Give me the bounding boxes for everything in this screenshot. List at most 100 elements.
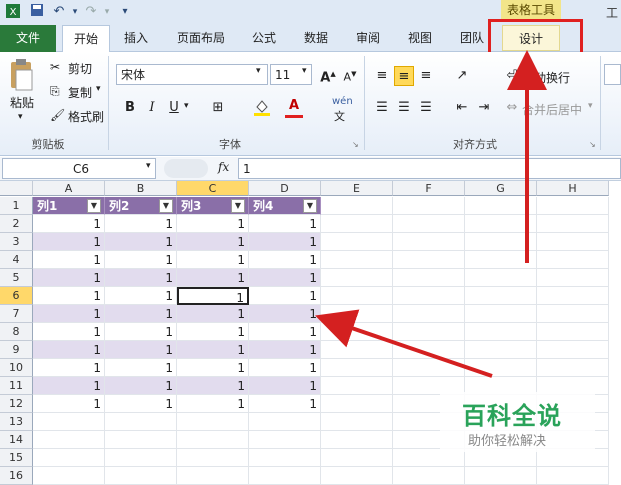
empty-cell[interactable] [465, 233, 537, 251]
row-header-9[interactable]: 9 [0, 341, 33, 359]
row-header-1[interactable]: 1 [0, 197, 33, 215]
table-cell[interactable]: 1 [105, 233, 177, 251]
table-cell[interactable]: 1 [33, 377, 105, 395]
tab-formulas[interactable]: 公式 [244, 25, 284, 51]
empty-cell[interactable] [105, 413, 177, 431]
row-header-11[interactable]: 11 [0, 377, 33, 395]
copy-icon[interactable]: ⎘ [50, 84, 60, 99]
empty-cell[interactable] [249, 413, 321, 431]
table-cell[interactable]: 1 [177, 251, 249, 269]
table-cell[interactable]: 1 [249, 341, 321, 359]
column-header-f[interactable]: F [393, 181, 465, 196]
number-format-input[interactable] [604, 64, 621, 85]
empty-cell[interactable] [537, 323, 609, 341]
empty-cell[interactable] [537, 287, 609, 305]
merge-dropdown-icon[interactable]: ▾ [588, 101, 593, 111]
phonetic-guide-icon[interactable]: wén [332, 96, 353, 107]
empty-cell[interactable] [465, 215, 537, 233]
empty-cell[interactable] [105, 467, 177, 485]
format-painter-button[interactable]: 格式刷 [68, 108, 104, 125]
row-header-15[interactable]: 15 [0, 449, 33, 467]
column-header-g[interactable]: G [465, 181, 537, 196]
column-header-d[interactable]: D [249, 181, 321, 196]
table-header-cell[interactable]: 列2 ▼ [105, 197, 177, 215]
empty-cell[interactable] [321, 305, 393, 323]
empty-cell[interactable] [321, 377, 393, 395]
underline-dropdown-icon[interactable]: ▾ [184, 101, 189, 111]
empty-cell[interactable] [465, 287, 537, 305]
empty-cell[interactable] [393, 197, 465, 215]
merge-center-icon[interactable]: ⇔ [502, 98, 522, 118]
empty-cell[interactable] [465, 305, 537, 323]
align-bottom-icon[interactable]: ≡ [416, 66, 436, 86]
empty-cell[interactable] [537, 359, 609, 377]
customize-qat-icon[interactable]: ▾ [116, 3, 134, 21]
table-cell[interactable]: 1 [249, 269, 321, 287]
row-header-5[interactable]: 5 [0, 269, 33, 287]
table-cell[interactable]: 1 [33, 341, 105, 359]
empty-cell[interactable] [321, 197, 393, 215]
empty-cell[interactable] [105, 449, 177, 467]
row-header-13[interactable]: 13 [0, 413, 33, 431]
empty-cell[interactable] [321, 215, 393, 233]
table-cell[interactable]: 1 [249, 215, 321, 233]
empty-cell[interactable] [321, 269, 393, 287]
row-header-12[interactable]: 12 [0, 395, 33, 413]
empty-cell[interactable] [537, 269, 609, 287]
font-size-dropdown-icon[interactable]: ▾ [302, 66, 307, 76]
empty-cell[interactable] [249, 467, 321, 485]
merge-center-button[interactable]: 合并后居中 [522, 101, 582, 118]
column-header-c[interactable]: C [177, 181, 249, 196]
empty-cell[interactable] [537, 251, 609, 269]
empty-cell[interactable] [177, 467, 249, 485]
empty-cell[interactable] [321, 467, 393, 485]
name-box[interactable]: C6 [2, 158, 156, 179]
column-header-b[interactable]: B [105, 181, 177, 196]
paste-dropdown-icon[interactable]: ▾ [18, 112, 23, 122]
column-header-h[interactable]: H [537, 181, 609, 196]
table-cell[interactable]: 1 [105, 287, 177, 305]
table-cell[interactable]: 1 [177, 323, 249, 341]
wrap-text-icon[interactable]: ⏎ [502, 66, 522, 86]
tab-home[interactable]: 开始 [62, 25, 110, 52]
filter-dropdown-icon[interactable]: ▼ [231, 199, 245, 213]
table-cell[interactable]: 1 [33, 395, 105, 413]
cut-button[interactable]: 剪切 [68, 60, 92, 77]
table-cell[interactable]: 1 [105, 359, 177, 377]
tab-data[interactable]: 数据 [296, 25, 336, 51]
empty-cell[interactable] [465, 359, 537, 377]
empty-cell[interactable] [393, 233, 465, 251]
align-right-icon[interactable]: ☰ [416, 98, 436, 118]
bold-button[interactable]: B [120, 98, 140, 118]
italic-button[interactable]: I [142, 98, 162, 118]
empty-cell[interactable] [537, 305, 609, 323]
table-cell[interactable]: 1 [33, 251, 105, 269]
empty-cell[interactable] [537, 341, 609, 359]
table-cell[interactable]: 1 [249, 323, 321, 341]
table-header-cell[interactable]: 列1 ▼ [33, 197, 105, 215]
table-cell[interactable]: 1 [33, 323, 105, 341]
table-cell[interactable]: 1 [177, 377, 249, 395]
empty-cell[interactable] [393, 305, 465, 323]
empty-cell[interactable] [465, 467, 537, 485]
insert-function-icon[interactable]: fx [218, 160, 229, 174]
empty-cell[interactable] [393, 215, 465, 233]
table-cell[interactable]: 1 [177, 233, 249, 251]
save-icon[interactable] [28, 3, 46, 21]
table-cell[interactable]: 1 [105, 251, 177, 269]
select-all-corner[interactable] [0, 181, 33, 196]
row-header-2[interactable]: 2 [0, 215, 33, 233]
paste-icon[interactable] [8, 58, 36, 92]
row-header-16[interactable]: 16 [0, 467, 33, 485]
empty-cell[interactable] [33, 431, 105, 449]
column-header-a[interactable]: A [33, 181, 105, 196]
empty-cell[interactable] [465, 251, 537, 269]
table-cell[interactable]: 1 [105, 323, 177, 341]
table-cell[interactable]: 1 [177, 395, 249, 413]
name-box-dropdown-icon[interactable]: ▾ [146, 161, 151, 171]
empty-cell[interactable] [177, 449, 249, 467]
empty-cell[interactable] [537, 215, 609, 233]
empty-cell[interactable] [393, 323, 465, 341]
row-header-8[interactable]: 8 [0, 323, 33, 341]
table-header-cell[interactable]: 列4 ▼ [249, 197, 321, 215]
